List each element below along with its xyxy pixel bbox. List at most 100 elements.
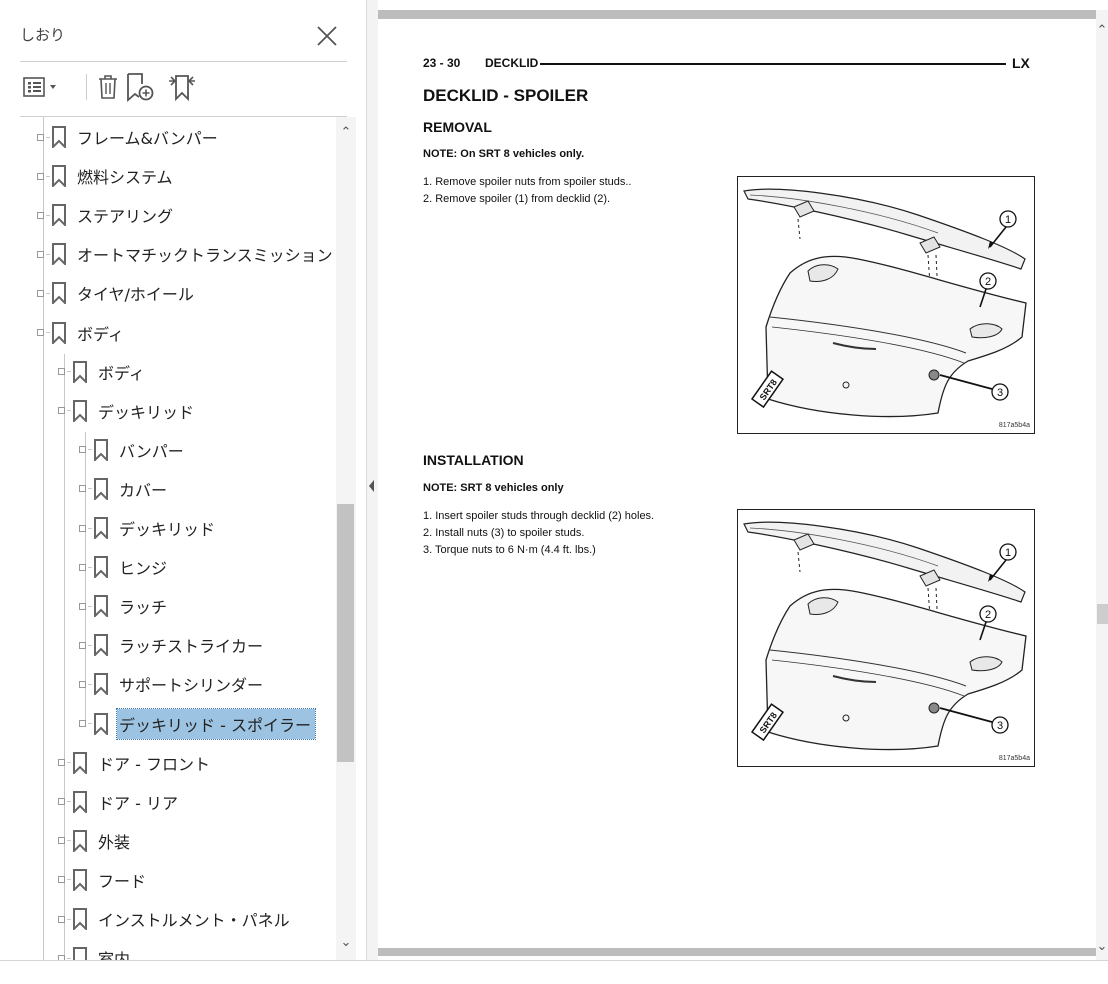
bookmark-item[interactable]: デッキリッド - スポイラー	[79, 707, 316, 740]
bookmark-label: デッキリッド - スポイラー	[116, 707, 316, 740]
expand-toggle[interactable]	[79, 641, 86, 649]
expand-toggle[interactable]	[37, 329, 44, 336]
expand-toggle[interactable]	[37, 133, 44, 141]
expand-toggle[interactable]	[58, 798, 65, 806]
bookmark-icon	[73, 399, 87, 422]
bookmark-item[interactable]: フレーム&バンパー	[37, 121, 222, 153]
bookmark-item[interactable]: デッキリッド	[79, 512, 219, 544]
bookmark-item[interactable]: サポートシリンダー	[79, 668, 267, 700]
bookmark-item[interactable]: ドア - フロント	[58, 747, 214, 779]
expand-toggle[interactable]	[37, 289, 44, 297]
collapse-panel-icon[interactable]	[366, 476, 378, 496]
tree-connector	[46, 292, 50, 294]
bookmark-item[interactable]: ステアリング	[37, 199, 177, 231]
bookmark-item[interactable]: ヒンジ	[79, 551, 171, 583]
bookmark-item[interactable]: ボディ	[37, 317, 128, 349]
expand-toggle[interactable]	[58, 368, 65, 376]
bookmark-options-button[interactable]	[22, 68, 62, 106]
tree-connector	[88, 605, 92, 607]
close-icon[interactable]	[313, 22, 341, 50]
bookmark-item[interactable]: ボディ	[58, 356, 149, 388]
bookmark-item[interactable]: バンパー	[79, 434, 188, 466]
expand-toggle[interactable]	[37, 211, 44, 219]
panel-title: しおり	[20, 26, 66, 44]
expand-toggle[interactable]	[58, 759, 65, 767]
bookmark-item[interactable]: タイヤ/ホイール	[37, 277, 198, 309]
bookmark-label: インストルメント・パネル	[98, 911, 290, 930]
tree-connector	[46, 136, 50, 138]
bookmark-item[interactable]: ドア - リア	[58, 786, 182, 818]
header-rule	[540, 63, 1006, 65]
expand-toggle[interactable]	[79, 720, 86, 727]
document-scrollbar-track[interactable]	[1096, 10, 1108, 960]
installation-step: 3. Torque nuts to 6 N·m (4.4 ft. lbs.)	[423, 544, 596, 556]
tree-scrollbar-thumb[interactable]	[337, 504, 354, 762]
toolbar-divider	[86, 74, 87, 100]
tree-connector	[88, 488, 92, 490]
bookmark-icon	[94, 712, 108, 735]
expand-toggle[interactable]	[58, 407, 65, 415]
doc-scroll-up-icon[interactable]: ⌃	[1096, 22, 1108, 40]
bookmark-icon	[52, 126, 66, 148]
tree-connector	[67, 762, 71, 764]
panel-divider	[20, 61, 347, 62]
scroll-down-icon[interactable]: ⌄	[336, 934, 356, 952]
page-title: DECKLID - SPOILER	[423, 86, 589, 105]
bookmark-item[interactable]: 燃料システム	[37, 160, 177, 192]
bookmark-label: バンパー	[119, 441, 184, 461]
bookmark-item[interactable]: カバー	[79, 473, 171, 505]
bookmark-item[interactable]: デッキリッド	[58, 395, 198, 427]
expand-toggle[interactable]	[79, 524, 86, 532]
tree-connector	[67, 801, 71, 803]
page-number: 23 - 30	[423, 56, 461, 70]
bookmark-label: カバー	[119, 480, 168, 500]
tree-connector	[46, 253, 50, 255]
bookmark-icon	[73, 751, 87, 774]
removal-note: NOTE: On SRT 8 vehicles only.	[423, 148, 585, 160]
expand-toggle[interactable]	[79, 485, 86, 493]
expand-toggle[interactable]	[37, 250, 44, 258]
removal-step: 2. Remove spoiler (1) from decklid (2).	[423, 193, 611, 205]
bookmark-label: ボディ	[98, 363, 145, 383]
expand-toggle[interactable]	[79, 563, 86, 571]
bookmark-label: 外装	[98, 832, 131, 852]
bookmark-item[interactable]: 室内	[58, 942, 134, 960]
tree-connector	[46, 175, 50, 177]
figure-id: 817a5b4a	[999, 755, 1030, 762]
bookmark-icon	[94, 477, 108, 500]
expand-toggle[interactable]	[79, 602, 86, 610]
bookmark-icon	[52, 243, 66, 266]
expand-toggle[interactable]	[79, 680, 86, 688]
new-bookmark-button[interactable]	[124, 68, 156, 106]
expand-toggle[interactable]	[58, 915, 65, 923]
bookmark-item[interactable]: ラッチ	[79, 590, 171, 622]
document-scrollbar-thumb[interactable]	[1097, 604, 1108, 624]
scroll-up-icon[interactable]: ⌃	[336, 124, 356, 142]
section-header: DECKLID	[485, 56, 539, 70]
bookmark-item[interactable]: フード	[58, 864, 150, 896]
expand-toggle[interactable]	[37, 172, 44, 180]
find-current-bookmark-button[interactable]	[166, 68, 198, 106]
bookmark-icon	[73, 908, 87, 930]
tree-connector	[88, 683, 92, 685]
delete-bookmark-button[interactable]	[96, 68, 122, 106]
model-code: LX	[1012, 55, 1030, 71]
bookmarks-toolbar	[20, 68, 350, 108]
bookmark-item[interactable]: 外装	[58, 825, 134, 857]
bookmark-label: タイヤ/ホイール	[77, 285, 194, 305]
bookmark-label: ステアリング	[77, 207, 174, 227]
tree-connector	[88, 566, 92, 568]
expand-toggle[interactable]	[79, 446, 86, 454]
bookmarks-panel: しおり フレーム&バンパー 燃料システム ステアリング オートマチックトランスミ…	[0, 0, 366, 960]
installation-step: 2. Install nuts (3) to spoiler studs.	[423, 527, 585, 539]
doc-scroll-down-icon[interactable]: ⌄	[1096, 938, 1108, 956]
bookmark-item[interactable]: インストルメント・パネル	[58, 903, 294, 935]
expand-toggle[interactable]	[58, 837, 65, 845]
bookmark-item[interactable]: オートマチックトランスミッション	[37, 238, 337, 270]
expand-toggle[interactable]	[58, 876, 65, 884]
bookmark-label: ラッチストライカー	[119, 637, 264, 657]
tree-connector	[67, 840, 71, 842]
removal-step: 1. Remove spoiler nuts from spoiler stud…	[423, 176, 632, 188]
bookmark-label: デッキリッド	[98, 402, 195, 422]
bookmark-item[interactable]: ラッチストライカー	[79, 629, 267, 661]
